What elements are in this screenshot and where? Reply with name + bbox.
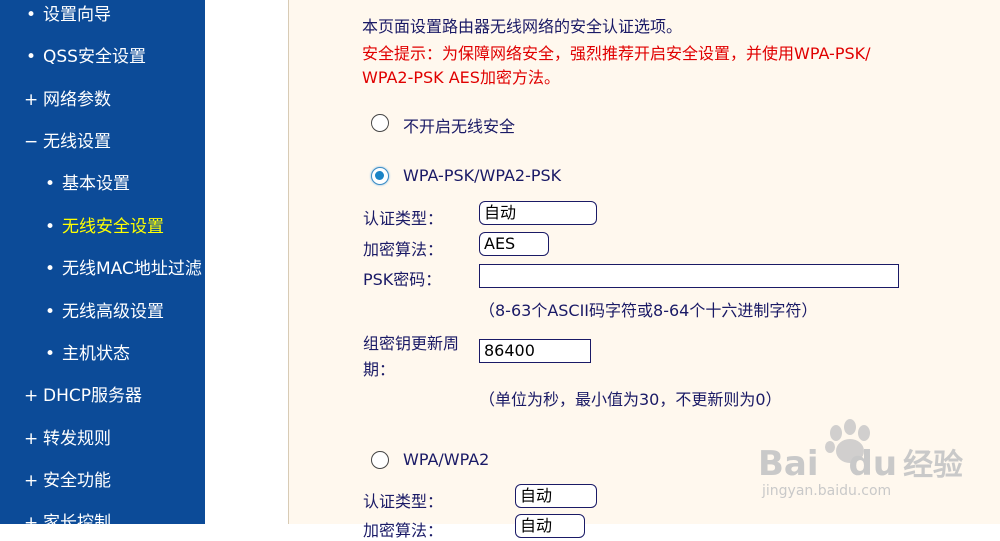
sidebar-item-label: 设置向导 (43, 5, 111, 25)
sidebar-item-label: 无线安全设置 (62, 217, 164, 237)
sidebar-item-label: 家长控制 (43, 513, 111, 524)
radio-wpa-enterprise[interactable] (371, 451, 389, 469)
group-key-period-label: 组密钥更新周 (363, 334, 460, 353)
bullet-icon: • (25, 47, 37, 67)
psk-password-input[interactable] (479, 264, 899, 288)
encryption-select-2[interactable]: 自动 (515, 514, 585, 538)
security-warning-line2: WPA2-PSK AES加密方法。 (362, 68, 560, 87)
expand-icon: + (24, 90, 39, 110)
frame-gap (205, 0, 289, 524)
bullet-icon: • (44, 302, 56, 322)
bullet-icon: • (44, 217, 56, 237)
auth-type-select[interactable]: 自动 (479, 201, 597, 225)
sidebar-item-label: 转发规则 (43, 429, 111, 449)
expand-icon: + (24, 513, 39, 524)
watermark-url: jingyan.baidu.com (762, 483, 892, 499)
option-wpa-psk-label: WPA-PSK/WPA2-PSK (403, 166, 562, 185)
collapse-icon: − (24, 132, 39, 152)
watermark-text: 经验 (903, 448, 964, 483)
sidebar-item-label: 无线设置 (43, 132, 111, 152)
bullet-icon: • (44, 259, 56, 279)
encryption-select[interactable]: AES (479, 232, 549, 256)
bullet-icon: • (44, 344, 56, 364)
watermark-brand-2: du (848, 444, 898, 484)
expand-icon: + (24, 386, 39, 406)
baidu-jingyan-watermark: Bai du 经验 jingyan.baidu.com (758, 415, 963, 510)
bullet-icon: • (44, 174, 56, 194)
sidebar-item-label: 无线高级设置 (62, 302, 164, 322)
encryption-label: 加密算法： (363, 240, 444, 259)
group-key-hint: （单位为秒，最小值为30，不更新则为0） (479, 390, 782, 409)
sidebar-item-label: 安全功能 (43, 471, 111, 491)
group-key-period-input[interactable]: 86400 (479, 339, 591, 363)
auth-type-label: 认证类型： (363, 209, 444, 228)
sidebar-item-label: 网络参数 (43, 90, 111, 110)
radio-no-security[interactable] (371, 114, 389, 132)
sidebar-item-label: 基本设置 (62, 174, 130, 194)
sidebar-item-label: DHCP服务器 (43, 386, 142, 406)
encryption-label-2: 加密算法： (363, 521, 444, 540)
sidebar-item-label: 无线MAC地址过滤 (62, 259, 202, 279)
security-warning-line1: 安全提示：为保障网络安全，强烈推荐开启安全设置，并使用WPA-PSK/ (362, 44, 871, 63)
group-key-period-label-cont: 期： (363, 360, 396, 379)
psk-hint: （8-63个ASCII码字符或8-64个十六进制字符） (479, 301, 818, 320)
sidebar-nav: • 设置向导 • QSS安全设置 + 网络参数 − 无线设置 • 基本设置 • … (0, 0, 205, 524)
option-wpa-label: WPA/WPA2 (403, 450, 490, 469)
auth-type-select-2[interactable]: 自动 (515, 484, 597, 508)
watermark-brand: Bai (758, 444, 819, 484)
psk-password-label: PSK密码： (363, 270, 442, 289)
sidebar-item-label: 主机状态 (62, 344, 130, 364)
sidebar-item-label: QSS安全设置 (43, 47, 146, 67)
bullet-icon: • (25, 5, 37, 25)
expand-icon: + (24, 471, 39, 491)
auth-type-label-2: 认证类型： (363, 492, 444, 511)
option-no-security-label: 不开启无线安全 (403, 117, 516, 136)
radio-wpa-psk[interactable] (371, 167, 389, 185)
expand-icon: + (24, 429, 39, 449)
page-intro: 本页面设置路由器无线网络的安全认证选项。 (362, 17, 683, 36)
